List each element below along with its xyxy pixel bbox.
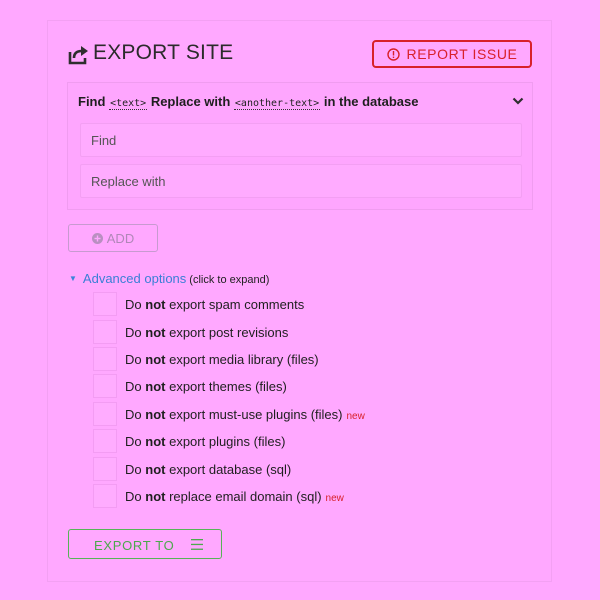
replace-with-label: Replace with — [150, 94, 231, 109]
chevron-down-icon[interactable] — [512, 97, 524, 105]
triangle-down-icon: ▼ — [69, 274, 77, 283]
option-label: Do not export spam comments — [125, 297, 305, 312]
checkbox[interactable] — [93, 457, 117, 481]
checkbox[interactable] — [93, 347, 117, 371]
add-label: ADD — [106, 230, 135, 246]
export-share-icon — [68, 46, 88, 65]
option-email-domain[interactable]: Do not replace email domain (sql) new — [93, 484, 423, 509]
plus-circle-icon — [91, 232, 103, 244]
option-must-use-plugins[interactable]: Do not export must-use plugins (files) ne… — [93, 402, 423, 427]
option-label: Do not export must-use plugins (files) ne… — [125, 407, 365, 422]
option-database[interactable]: Do not export database (sql) — [93, 457, 423, 482]
checkbox[interactable] — [93, 374, 117, 398]
option-label: Do not export post revisions — [125, 325, 289, 340]
new-badge: new — [346, 411, 365, 422]
advanced-options-hint: (click to expand) — [189, 274, 270, 286]
option-post-revisions[interactable]: Do not export post revisions — [93, 320, 423, 345]
checkbox[interactable] — [93, 320, 117, 344]
menu-icon — [191, 539, 203, 550]
page-title: EXPORT SITE — [93, 41, 234, 64]
text-code: <text> — [109, 98, 148, 110]
find-label: Find — [78, 94, 106, 109]
report-issue-label: REPORT ISSUE — [406, 46, 518, 62]
advanced-options-link[interactable]: Advanced options — [83, 271, 186, 286]
advanced-options-toggle[interactable]: ▼ Advanced options (click to expand) — [69, 271, 269, 286]
checkbox[interactable] — [93, 484, 117, 508]
report-issue-button[interactable]: REPORT ISSUE — [372, 40, 532, 68]
find-replace-title[interactable]: Find <text> Replace with <another-text> … — [78, 94, 419, 110]
option-label: Do not export themes (files) — [125, 379, 287, 394]
checkbox[interactable] — [93, 292, 117, 316]
replace-with-input[interactable] — [80, 164, 522, 198]
option-spam-comments[interactable]: Do not export spam comments — [93, 292, 423, 317]
option-label: Do not export plugins (files) — [125, 434, 286, 449]
add-button[interactable]: ADD — [68, 224, 158, 252]
another-text-code: <another-text> — [233, 98, 321, 110]
alert-circle-icon — [386, 47, 400, 61]
database-suffix-label: in the database — [323, 94, 419, 109]
find-replace-section: Find <text> Replace with <another-text> … — [67, 82, 533, 210]
page-header: EXPORT SITE REPORT ISSUE — [67, 40, 533, 72]
find-input[interactable] — [80, 123, 522, 157]
option-themes[interactable]: Do not export themes (files) — [93, 374, 423, 399]
export-to-label: EXPORT TO — [94, 538, 175, 553]
option-label: Do not replace email domain (sql) new — [125, 489, 344, 504]
new-badge: new — [325, 493, 344, 504]
option-label: Do not export media library (files) — [125, 352, 319, 367]
option-label: Do not export database (sql) — [125, 462, 292, 477]
export-to-button[interactable]: EXPORT TO — [68, 529, 222, 559]
option-media-library[interactable]: Do not export media library (files) — [93, 347, 423, 372]
checkbox[interactable] — [93, 429, 117, 453]
option-plugins[interactable]: Do not export plugins (files) — [93, 429, 423, 454]
checkbox[interactable] — [93, 402, 117, 426]
